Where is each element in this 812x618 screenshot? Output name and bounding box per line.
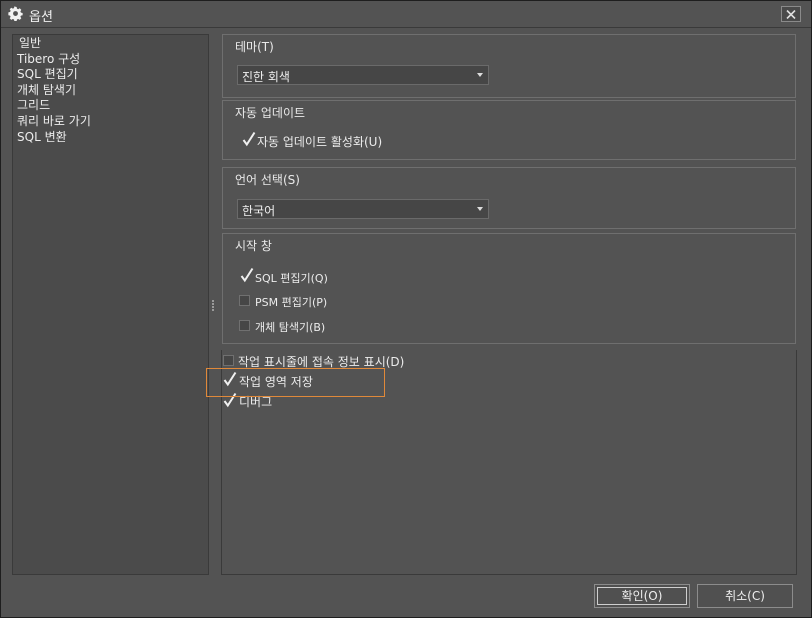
start-sql-editor-label: SQL 편집기(Q): [255, 272, 328, 285]
start-window-group: 시작 창 SQL 편집기(Q) PSM 편집기(P) 개체 탐색기(B): [222, 233, 796, 344]
options-category-list[interactable]: 일반 Tibero 구성 SQL 편집기 개체 탐색기 그리드 쿼리 바로 가기…: [12, 34, 209, 575]
sidebar-item-query-shortcut[interactable]: 쿼리 바로 가기: [13, 114, 208, 130]
start-psm-editor-label: PSM 편집기(P): [255, 296, 328, 309]
checkmark-icon: [242, 131, 256, 147]
cancel-button[interactable]: 취소(C): [697, 584, 793, 608]
language-select[interactable]: 한국어: [237, 199, 489, 219]
start-window-group-title: 시작 창: [235, 239, 272, 253]
sidebar-item-sql-convert[interactable]: SQL 변환: [13, 130, 208, 146]
chevron-down-icon: [477, 73, 483, 77]
options-dialog: 옵션 일반 Tibero 구성 SQL 편집기 개체 탐색기 그리드 쿼리 바로…: [0, 0, 812, 618]
highlight-annotation: [206, 368, 385, 397]
start-object-explorer-label: 개체 탐색기(B): [255, 321, 326, 334]
sidebar-item-tibero-config[interactable]: Tibero 구성: [13, 52, 208, 68]
splitter-handle[interactable]: [212, 300, 215, 312]
language-group-title: 언어 선택(S): [235, 173, 300, 187]
language-group: 언어 선택(S) 한국어: [222, 167, 796, 229]
language-select-value: 한국어: [242, 204, 276, 218]
close-icon: [786, 10, 796, 19]
theme-group-title: 테마(T): [235, 40, 274, 54]
sidebar-item-general[interactable]: 일반: [13, 36, 208, 52]
start-psm-editor-checkbox[interactable]: PSM 편집기(P): [239, 293, 439, 310]
sidebar-item-grid[interactable]: 그리드: [13, 98, 208, 114]
auto-update-checkbox[interactable]: 자동 업데이트 활성화(U): [241, 131, 441, 150]
chevron-down-icon: [477, 207, 483, 211]
gear-icon: [8, 6, 23, 21]
close-button[interactable]: [781, 6, 801, 22]
window-title: 옵션: [29, 10, 53, 25]
auto-update-group-title: 자동 업데이트: [235, 106, 306, 120]
theme-select[interactable]: 진한 회색: [237, 65, 489, 85]
checkbox-empty: [239, 320, 250, 331]
ok-button[interactable]: 확인(O): [594, 584, 690, 608]
start-sql-editor-checkbox[interactable]: SQL 편집기(Q): [239, 267, 439, 286]
checkmark-icon: [240, 267, 254, 283]
sidebar-item-sql-editor[interactable]: SQL 편집기: [13, 67, 208, 83]
title-bar: 옵션: [1, 1, 811, 28]
sidebar-item-object-explorer[interactable]: 개체 탐색기: [13, 83, 208, 99]
checkbox-empty: [239, 295, 250, 306]
theme-group: 테마(T) 진한 회색: [222, 34, 796, 98]
auto-update-group: 자동 업데이트 자동 업데이트 활성화(U): [222, 100, 796, 160]
auto-update-label: 자동 업데이트 활성화(U): [257, 135, 383, 149]
checkbox-empty: [223, 355, 234, 366]
theme-select-value: 진한 회색: [242, 70, 290, 84]
start-object-explorer-checkbox[interactable]: 개체 탐색기(B): [239, 318, 439, 335]
